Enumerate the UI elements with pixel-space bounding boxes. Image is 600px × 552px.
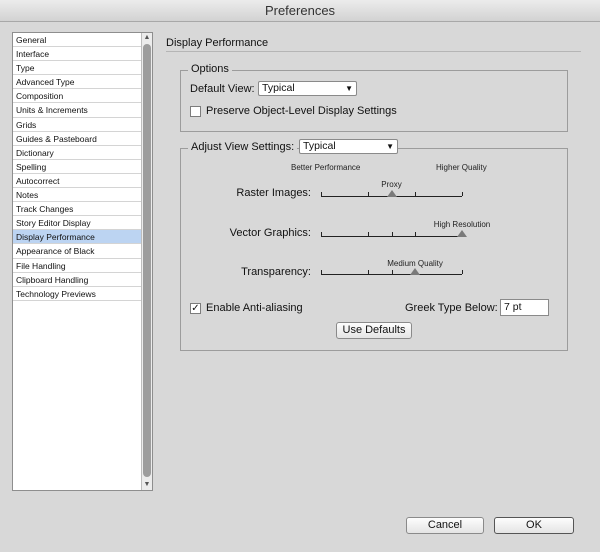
sidebar-item-technology-previews[interactable]: Technology Previews (13, 287, 142, 301)
panel-title-divider (166, 51, 581, 52)
transparency-slider-track[interactable] (321, 274, 462, 275)
preferences-category-list: General Interface Type Advanced Type Composi… (12, 32, 153, 491)
sidebar-item-story-editor-display[interactable]: Story Editor Display (13, 216, 142, 231)
category-list: General Interface Type Advanced Type Composi… (13, 33, 152, 301)
raster-images-slider-tick (368, 192, 369, 196)
window-titlebar: Preferences (0, 0, 600, 22)
vector-graphics-slider-track[interactable] (321, 236, 462, 237)
options-group-label: Options (188, 63, 232, 75)
sidebar-item-units-increments[interactable]: Units & Increments (13, 103, 142, 118)
raster-images-slider-tick (415, 192, 416, 196)
panel-title: Display Performance (166, 37, 269, 49)
checkmark-icon: ✓ (191, 303, 200, 314)
cancel-button[interactable]: Cancel (406, 517, 484, 534)
chevron-down-icon: ▼ (386, 142, 394, 151)
vector-graphics-slider-tick (368, 232, 369, 236)
sidebar-item-dictionary[interactable]: Dictionary (13, 146, 142, 160)
preserve-display-settings-label: Preserve Object-Level Display Settings (206, 105, 397, 117)
sidebar-item-track-changes[interactable]: Track Changes (13, 202, 142, 217)
scroll-thumb[interactable] (143, 44, 151, 477)
default-view-value: Typical (262, 82, 295, 94)
sidebar-item-spelling[interactable]: Spelling (13, 160, 142, 174)
sidebar-item-advanced-type[interactable]: Advanced Type (13, 75, 142, 90)
better-performance-label: Better Performance (291, 163, 361, 172)
sidebar-scrollbar[interactable]: ▲ ▼ (141, 33, 152, 490)
sidebar-item-notes[interactable]: Notes (13, 188, 142, 203)
vector-graphics-label: Vector Graphics: (229, 227, 311, 239)
sidebar-item-display-performance[interactable]: Display Performance (13, 230, 142, 245)
raster-images-slider-tick (321, 192, 322, 196)
vector-graphics-slider-tick (391, 232, 393, 236)
sidebar-item-guides-pasteboard[interactable]: Guides & Pasteboard (13, 132, 142, 146)
sidebar-item-general[interactable]: General (13, 33, 142, 48)
sidebar-item-type[interactable]: Type (13, 61, 142, 76)
raster-images-value-label: Proxy (381, 180, 402, 189)
preserve-display-settings-checkbox[interactable] (190, 106, 201, 117)
transparency-slider-tick (368, 270, 369, 274)
transparency-slider-thumb[interactable] (410, 268, 421, 275)
chevron-down-icon: ▼ (345, 84, 353, 93)
greek-type-below-label: Greek Type Below: (405, 302, 498, 314)
sidebar-item-composition[interactable]: Composition (13, 89, 142, 104)
options-group (180, 70, 568, 132)
scroll-up-icon[interactable]: ▲ (142, 33, 152, 43)
enable-antialiasing-checkbox[interactable]: ✓ (190, 303, 201, 314)
transparency-slider-tick (321, 270, 322, 274)
vector-graphics-value-label: High Resolution (433, 220, 491, 229)
adjust-view-settings-group (180, 148, 568, 351)
use-defaults-button[interactable]: Use Defaults (336, 322, 412, 339)
vector-graphics-slider-tick (415, 232, 416, 236)
greek-type-below-input[interactable]: 7 pt (500, 299, 549, 316)
enable-antialiasing-label: Enable Anti-aliasing (206, 302, 303, 314)
adjust-view-settings-value: Typical (303, 140, 336, 152)
raster-images-label: Raster Images: (236, 187, 311, 199)
sidebar-item-clipboard-handling[interactable]: Clipboard Handling (13, 273, 142, 287)
adjust-view-settings-label: Adjust View Settings: (188, 141, 298, 153)
default-view-label: Default View: (190, 83, 255, 95)
scroll-down-icon[interactable]: ▼ (142, 480, 152, 490)
transparency-slider-tick (462, 270, 463, 274)
default-view-select[interactable]: Typical ▼ (258, 81, 357, 96)
sidebar-item-autocorrect[interactable]: Autocorrect (13, 174, 142, 189)
sidebar-item-file-handling[interactable]: File Handling (13, 259, 142, 273)
raster-images-slider-tick (462, 192, 463, 196)
sidebar-item-interface[interactable]: Interface (13, 47, 142, 62)
window-title: Preferences (264, 3, 336, 18)
transparency-value-label: Medium Quality (387, 259, 443, 268)
ok-button[interactable]: OK (494, 517, 574, 534)
raster-images-slider-thumb[interactable] (386, 190, 397, 197)
adjust-view-settings-select[interactable]: Typical ▼ (299, 139, 398, 154)
vector-graphics-slider-thumb[interactable] (457, 230, 467, 237)
transparency-slider-tick (391, 270, 393, 274)
sidebar-item-grids[interactable]: Grids (13, 118, 142, 132)
sidebar-item-appearance-of-black[interactable]: Appearance of Black (13, 244, 142, 259)
higher-quality-label: Higher Quality (436, 163, 487, 172)
transparency-label: Transparency: (241, 266, 311, 278)
vector-graphics-slider-tick (321, 232, 322, 236)
